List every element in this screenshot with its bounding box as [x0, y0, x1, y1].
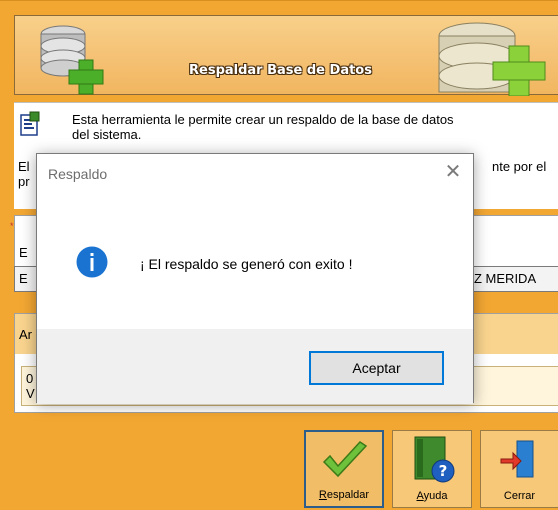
- description-line-2: del sistema.: [72, 127, 142, 142]
- accept-button[interactable]: Aceptar: [309, 351, 444, 385]
- help-button-label: Ayuda: [416, 490, 448, 502]
- group-label: E: [19, 245, 28, 260]
- info-icon: [76, 246, 108, 278]
- close-button-label: Cerrar: [503, 490, 536, 502]
- header-banner: Respaldar Base de Datos: [14, 15, 558, 96]
- database-add-large-icon: [438, 22, 546, 96]
- log-line-1: 0: [26, 371, 34, 386]
- backup-result-dialog: Respaldo ✕ ¡ El respaldo se generó con e…: [36, 153, 474, 404]
- help-button[interactable]: ? Ayuda: [392, 430, 472, 508]
- banner-title: Respaldar Base de Datos: [189, 63, 372, 78]
- description-line-1: Esta herramienta le permite crear un res…: [72, 112, 454, 127]
- backup-button[interactable]: Respaldar: [304, 430, 384, 508]
- database-add-icon: [40, 25, 104, 95]
- dialog-footer: Aceptar: [37, 329, 473, 404]
- dialog-message: ¡ El respaldo se generó con exito !: [140, 256, 353, 272]
- backup-button-label: Respaldar: [318, 489, 370, 501]
- help-book-icon: ?: [414, 436, 455, 483]
- description-text: Esta herramienta le permite crear un res…: [72, 112, 558, 142]
- document-tool-icon: [20, 111, 40, 136]
- svg-text:?: ?: [439, 462, 448, 480]
- close-button[interactable]: Cerrar: [480, 430, 558, 508]
- field-value-left: E: [19, 271, 28, 286]
- dialog-title: Respaldo: [48, 166, 108, 182]
- partial-text-left-2: pr: [18, 174, 30, 189]
- required-asterisk: *: [10, 221, 14, 231]
- field-value-right: Z MERIDA: [474, 271, 537, 286]
- log-header-label: Ar: [19, 327, 32, 342]
- log-line-2: V: [26, 386, 35, 401]
- exit-door-icon: [500, 440, 534, 478]
- partial-text-left-1: El: [18, 159, 30, 174]
- checkmark-icon: [322, 441, 368, 478]
- partial-text-right: nte por el: [492, 159, 547, 174]
- dialog-close-icon[interactable]: ✕: [435, 156, 471, 188]
